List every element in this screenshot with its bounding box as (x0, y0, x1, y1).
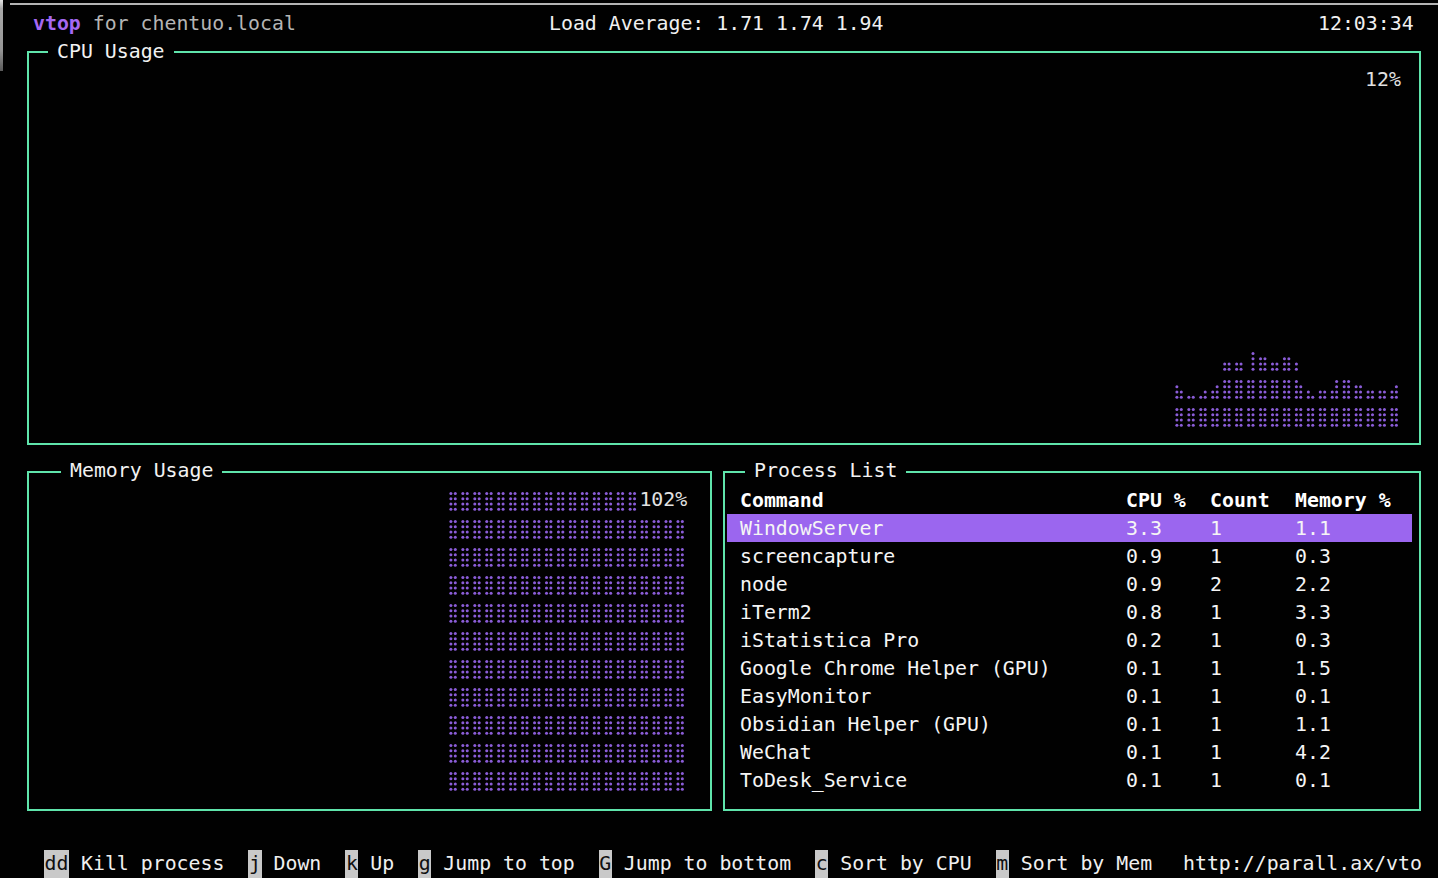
shortcut-key[interactable]: g (418, 850, 431, 878)
shortcut-key[interactable]: dd (44, 850, 69, 878)
cell-cpu-percent: 0.1 (1126, 655, 1162, 683)
hostname-label: for chentuo.local (81, 12, 296, 35)
cell-command: EasyMonitor (740, 683, 871, 711)
cell-cpu-percent: 0.8 (1126, 599, 1162, 627)
cell-command: iTerm2 (740, 599, 812, 627)
cell-count: 1 (1210, 515, 1222, 543)
shortcut-key[interactable]: k (345, 850, 358, 878)
table-row[interactable]: iStatistica Pro 0.2 1 0.3 (0, 627, 1438, 655)
cell-cpu-percent: 0.1 (1126, 767, 1162, 795)
cell-memory-percent: 0.3 (1295, 543, 1331, 571)
cell-count: 2 (1210, 571, 1222, 599)
shortcut: c Sort by CPU (815, 850, 972, 878)
cell-memory-percent: 1.5 (1295, 655, 1331, 683)
column-header-count[interactable]: Count (1210, 487, 1270, 515)
shortcut: m Sort by Mem (996, 850, 1153, 878)
cell-count: 1 (1210, 767, 1222, 795)
cell-cpu-percent: 0.2 (1126, 627, 1162, 655)
cpu-percent-label: 12% (1365, 66, 1401, 94)
process-panel-title: Process List (745, 457, 906, 485)
cell-command: iStatistica Pro (740, 627, 919, 655)
cell-count: 1 (1210, 711, 1222, 739)
shortcut-key[interactable]: G (599, 850, 612, 878)
app-logo: vtop (33, 12, 81, 35)
shortcut-key[interactable]: m (996, 850, 1009, 878)
column-header-command[interactable]: Command (740, 487, 824, 515)
shortcut: g Jump to top (418, 850, 575, 878)
cpu-panel-title: CPU Usage (48, 38, 174, 66)
cell-memory-percent: 1.1 (1295, 515, 1331, 543)
cell-command: Obsidian Helper (GPU) (740, 711, 991, 739)
table-row[interactable]: iTerm2 0.8 1 3.3 (0, 599, 1438, 627)
shortcut: j Down (248, 850, 321, 878)
footer-url-link[interactable]: http://parall.ax/vto (1183, 850, 1422, 878)
window-top-divider (10, 3, 1438, 5)
load-average-label: Load Average: 1.71 1.74 1.94 (549, 10, 884, 38)
table-row[interactable]: ToDesk_Service 0.1 1 0.1 (0, 767, 1438, 795)
shortcut-bar: dd Kill process j Down k Up g Jump to to… (44, 850, 1152, 878)
shortcut: G Jump to bottom (599, 850, 791, 878)
memory-percent-label: 102% (639, 486, 687, 514)
clock-label: 12:03:34 (1318, 10, 1414, 38)
table-row[interactable]: screencapture 0.9 1 0.3 (0, 543, 1438, 571)
shortcut-label: Jump to top (443, 850, 574, 878)
cell-cpu-percent: 0.1 (1126, 711, 1162, 739)
cell-memory-percent: 3.3 (1295, 599, 1331, 627)
titlebar: vtop for chentuo.local (33, 10, 296, 38)
cell-cpu-percent: 0.1 (1126, 739, 1162, 767)
cell-count: 1 (1210, 599, 1222, 627)
table-row[interactable]: EasyMonitor 0.1 1 0.1 (0, 683, 1438, 711)
table-row[interactable]: Google Chrome Helper (GPU) 0.1 1 1.5 (0, 655, 1438, 683)
cell-memory-percent: 1.1 (1295, 711, 1331, 739)
cell-command: WindowServer (740, 515, 883, 543)
cell-memory-percent: 2.2 (1295, 571, 1331, 599)
shortcut-label: Sort by Mem (1021, 850, 1152, 878)
cell-command: screencapture (740, 543, 895, 571)
table-row[interactable]: Obsidian Helper (GPU) 0.1 1 1.1 (0, 711, 1438, 739)
cell-count: 1 (1210, 627, 1222, 655)
cell-command: Google Chrome Helper (GPU) (740, 655, 1051, 683)
window-left-edge (0, 0, 3, 71)
shortcut-label: Up (370, 850, 394, 878)
cell-memory-percent: 0.1 (1295, 767, 1331, 795)
cell-count: 1 (1210, 543, 1222, 571)
shortcut-label: Jump to bottom (624, 850, 791, 878)
shortcut-label: Kill process (81, 850, 224, 878)
cell-command: node (740, 571, 788, 599)
table-row[interactable]: WindowServer 3.3 1 1.1 (0, 515, 1438, 543)
cell-command: ToDesk_Service (740, 767, 907, 795)
shortcut-label: Sort by CPU (840, 850, 971, 878)
shortcut: dd Kill process (44, 850, 224, 878)
column-header-cpu[interactable]: CPU % (1126, 487, 1186, 515)
cell-count: 1 (1210, 655, 1222, 683)
memory-panel-title: Memory Usage (61, 457, 222, 485)
cpu-history-chart (1170, 346, 1406, 438)
cell-memory-percent: 0.1 (1295, 683, 1331, 711)
vtop-terminal-screen: vtop for chentuo.local Load Average: 1.7… (0, 0, 1438, 878)
cell-count: 1 (1210, 739, 1222, 767)
shortcut-key[interactable]: c (815, 850, 828, 878)
shortcut: k Up (345, 850, 394, 878)
cell-cpu-percent: 0.1 (1126, 683, 1162, 711)
cell-memory-percent: 0.3 (1295, 627, 1331, 655)
table-row[interactable]: node 0.9 2 2.2 (0, 571, 1438, 599)
table-row[interactable]: WeChat 0.1 1 4.2 (0, 739, 1438, 767)
shortcut-key[interactable]: j (248, 850, 261, 878)
column-header-memory[interactable]: Memory % (1295, 487, 1391, 515)
cell-memory-percent: 4.2 (1295, 739, 1331, 767)
cell-cpu-percent: 0.9 (1126, 571, 1162, 599)
shortcut-label: Down (273, 850, 321, 878)
cell-command: WeChat (740, 739, 812, 767)
cell-count: 1 (1210, 683, 1222, 711)
cell-cpu-percent: 3.3 (1126, 515, 1162, 543)
cell-cpu-percent: 0.9 (1126, 543, 1162, 571)
